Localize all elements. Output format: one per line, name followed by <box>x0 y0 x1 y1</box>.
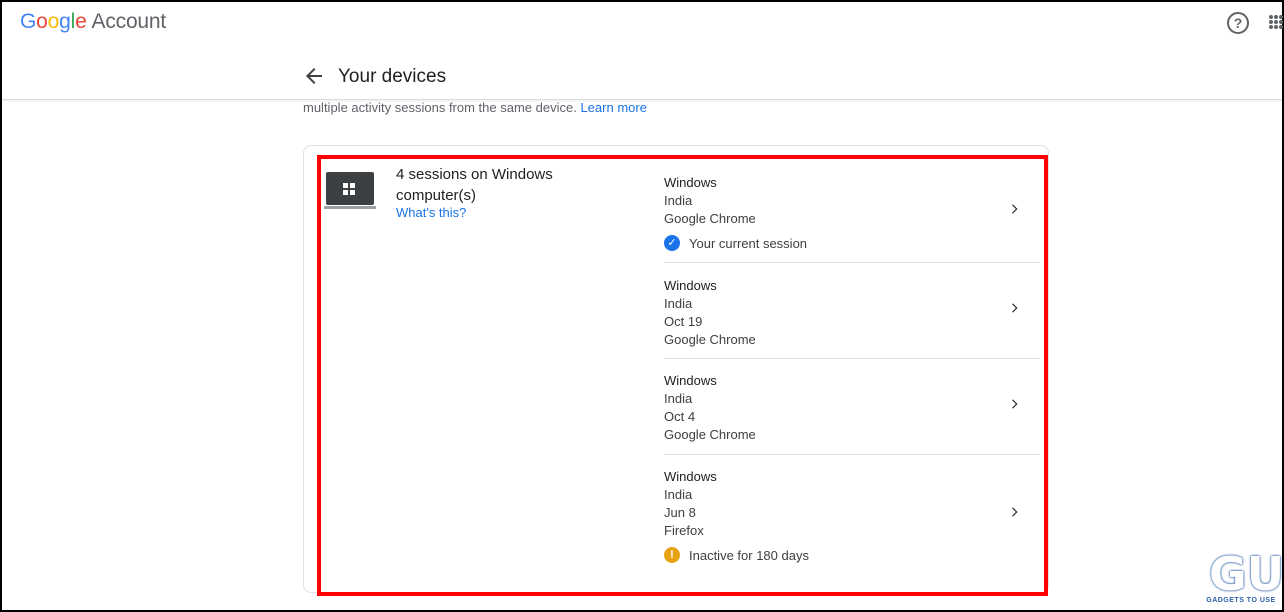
whats-this-link[interactable]: What's this? <box>396 205 466 220</box>
chevron-right-icon <box>1012 507 1018 517</box>
session-location: India <box>664 391 693 406</box>
logo-account-text: Account <box>91 10 167 33</box>
session-browser: Google Chrome <box>664 211 756 226</box>
session-divider <box>664 262 1040 263</box>
session-row[interactable]: Windows India Oct 19 Google Chrome <box>664 277 1040 349</box>
windows-laptop-icon <box>324 172 376 210</box>
session-os: Windows <box>664 373 717 388</box>
chevron-right-icon <box>1012 399 1018 409</box>
session-os: Windows <box>664 278 717 293</box>
logo-letter: G <box>20 10 37 33</box>
back-arrow-icon[interactable] <box>302 64 326 88</box>
session-row[interactable]: Windows India Oct 4 Google Chrome <box>664 372 1040 444</box>
apps-grid-icon[interactable] <box>1269 15 1283 29</box>
session-date: Jun 8 <box>664 505 696 520</box>
session-date: Oct 19 <box>664 314 703 329</box>
intro-text: multiple activity sessions from the same… <box>303 100 647 115</box>
chevron-right-icon <box>1012 303 1018 313</box>
session-status-text: Inactive for 180 days <box>689 547 809 563</box>
session-location: India <box>664 296 693 311</box>
session-row[interactable]: Windows India Google Chrome ✓ Your curre… <box>664 174 1040 251</box>
session-browser: Google Chrome <box>664 427 756 442</box>
session-status: ✓ Your current session <box>664 235 1040 251</box>
learn-more-link[interactable]: Learn more <box>580 100 646 115</box>
session-location: India <box>664 193 693 208</box>
top-app-bar: Google Account ? Your devices <box>2 2 1283 100</box>
session-date: Oct 4 <box>664 409 696 424</box>
device-group-title: 4 sessions on Windows computer(s) <box>396 166 553 204</box>
watermark-logo-mark: GU <box>1209 547 1284 601</box>
google-account-logo[interactable]: Google Account <box>20 10 166 34</box>
logo-letter: o <box>36 10 48 33</box>
session-status: ! Inactive for 180 days <box>664 547 1040 563</box>
session-browser: Firefox <box>664 523 704 538</box>
logo-letter: e <box>75 10 87 33</box>
help-icon[interactable]: ? <box>1227 12 1249 34</box>
chevron-right-icon <box>1012 204 1018 214</box>
warning-circle-icon: ! <box>664 547 680 563</box>
check-circle-icon: ✓ <box>664 235 680 251</box>
watermark-text: GADGETS TO USE <box>1206 597 1276 604</box>
intro-description: multiple activity sessions from the same… <box>303 100 577 115</box>
session-os: Windows <box>664 469 717 484</box>
session-browser: Google Chrome <box>664 332 756 347</box>
session-location: India <box>664 487 693 502</box>
session-divider <box>664 454 1040 455</box>
gadgets-to-use-watermark: GU GADGETS TO USE <box>1203 551 1284 607</box>
logo-letter: g <box>59 10 71 33</box>
session-os: Windows <box>664 175 717 190</box>
page-title: Your devices <box>338 66 447 87</box>
session-divider <box>664 358 1040 359</box>
session-status-text: Your current session <box>689 235 808 251</box>
logo-letter: o <box>47 10 60 33</box>
session-row[interactable]: Windows India Jun 8 Firefox ! Inactive f… <box>664 468 1040 563</box>
